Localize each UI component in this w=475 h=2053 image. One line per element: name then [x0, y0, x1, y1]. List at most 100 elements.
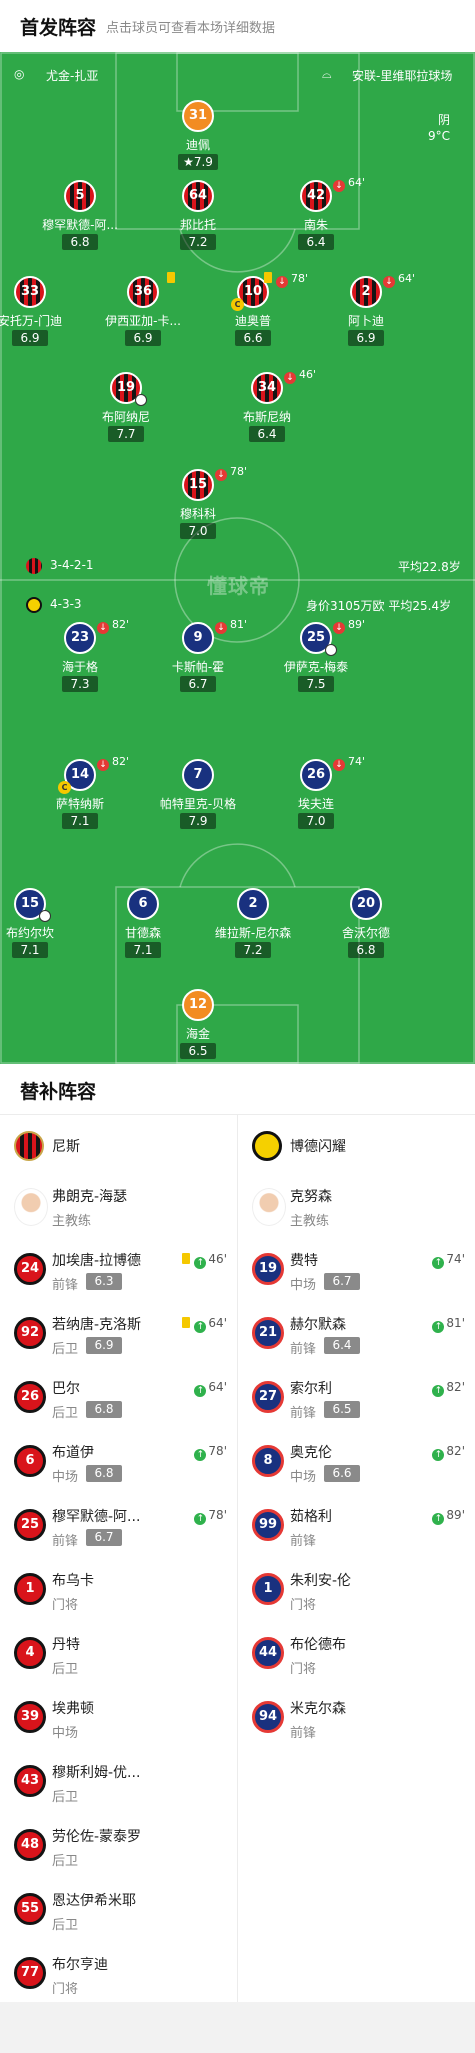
jersey-number: 1	[14, 1573, 46, 1605]
sub-player-row[interactable]: 55 恩达伊希米耶 后卫	[0, 1878, 237, 1942]
sub-minute: 78'	[208, 1508, 227, 1522]
player-9[interactable]: 9 卡斯帕-霍 6.7 ↓ 81'	[143, 618, 253, 702]
player-25[interactable]: 25 伊萨克-梅泰 7.5 ↓ 89'	[261, 618, 371, 702]
coach-avatar	[14, 1188, 48, 1226]
player-12[interactable]: 12 海金 6.5	[143, 989, 253, 1064]
sub-player-row[interactable]: 43 穆斯利姆-优... 后卫	[0, 1750, 237, 1814]
player-position: 后卫	[52, 1918, 79, 1933]
player-name: 米克尔森	[290, 1701, 346, 1717]
player-42[interactable]: 42 南朱 6.4 ↓ 64'	[261, 176, 371, 260]
yellow-card-icon	[264, 272, 272, 283]
sub-player-row[interactable]: 24 加埃唐-拉博德 前锋 6.3 ↑ 46'	[0, 1238, 237, 1302]
sub-player-row[interactable]: 21 赫尔默森 前锋 6.4 ↑ 81'	[238, 1302, 475, 1366]
jersey-number: 21	[252, 1317, 284, 1349]
sub-player-row[interactable]: 19 费特 中场 6.7 ↑ 74'	[238, 1238, 475, 1302]
jersey-number: 26	[14, 1381, 46, 1413]
player-7[interactable]: 7 帕特里克-贝格 7.9	[143, 759, 253, 839]
sub-in-icon: ↑	[432, 1257, 445, 1269]
player-10[interactable]: 10 迪奥普 6.6 ↓ 78' C	[198, 272, 308, 356]
jersey-number: 92	[14, 1317, 46, 1349]
player-position: 中场	[52, 1726, 79, 1741]
player-33[interactable]: 33 安托万-门迪 6.9	[0, 276, 85, 356]
player-name: 巴尔	[52, 1381, 80, 1397]
jersey-number: 27	[252, 1381, 284, 1413]
jersey-number: 5	[64, 180, 96, 212]
player-position: 后卫	[52, 1662, 79, 1677]
sub-minute: 46'	[208, 1252, 227, 1266]
away-coach[interactable]: 克努森 主教练	[238, 1176, 475, 1238]
home-team-header[interactable]: 尼斯	[0, 1114, 237, 1176]
player-position: 门将	[52, 1598, 79, 1613]
player-14[interactable]: 14 萨特纳斯 7.1 ↓ 82' C	[25, 755, 135, 839]
sub-player-row[interactable]: 39 埃弗顿中场	[0, 1686, 237, 1750]
player-2[interactable]: 2 维拉斯-尼尔森 7.2	[198, 888, 308, 968]
sub-player-row[interactable]: 94 米克尔森 前锋	[238, 1686, 475, 1750]
sub-player-row[interactable]: 27 索尔利 前锋 6.5 ↑ 82'	[238, 1366, 475, 1430]
player-5[interactable]: 5 穆罕默德-阿... 6.8	[25, 180, 135, 260]
player-name: 穆罕默德-阿...	[42, 218, 118, 232]
player-position: 中场	[52, 1470, 79, 1485]
sub-player-row[interactable]: 1 朱利安-伦 门将	[238, 1558, 475, 1622]
substitution-out: ↓ 82'	[97, 755, 129, 771]
player-name: 劳伦佐-蒙泰罗	[52, 1829, 142, 1845]
player-19[interactable]: 19 布阿纳尼 7.7	[71, 372, 181, 452]
substitution-out: ↓ 78'	[276, 272, 308, 288]
sub-player-row[interactable]: 48 劳伦佐-蒙泰罗 后卫	[0, 1814, 237, 1878]
sub-minute: 82'	[112, 755, 130, 768]
player-rating: 6.6	[324, 1465, 360, 1482]
jersey-number: 4	[14, 1637, 46, 1669]
sub-minute: 78'	[230, 465, 248, 478]
home-avg-age: 平均22.8岁	[398, 560, 461, 574]
sub-player-row[interactable]: 25 穆罕默德-阿... 前锋 6.7 ↑ 78'	[0, 1494, 237, 1558]
home-team-name: 尼斯	[52, 1139, 80, 1155]
substitution-out: ↓ 64'	[333, 176, 365, 192]
jersey-number: 39	[14, 1701, 46, 1733]
sub-minute: 78'	[208, 1444, 227, 1458]
player-34[interactable]: 34 布斯尼纳 6.4 ↓ 46'	[212, 368, 322, 452]
player-name: 舍沃尔德	[341, 926, 390, 940]
player-15[interactable]: 15 穆科科 7.0 ↓ 78'	[143, 465, 253, 549]
player-rating: 6.5	[180, 1043, 216, 1059]
player-64[interactable]: 64 邦比托 7.2	[143, 180, 253, 260]
substitution-out: ↓ 89'	[333, 618, 365, 634]
sub-player-row[interactable]: 77 布尔亨迪 门将	[0, 1942, 237, 2006]
player-name: 布阿纳尼	[101, 410, 150, 424]
sub-out-icon: ↓	[284, 372, 296, 384]
sub-player-row[interactable]: 26 巴尔 后卫 6.8 ↑ 64'	[0, 1366, 237, 1430]
player-name: 海于格	[61, 660, 98, 674]
away-team-header[interactable]: 博德闪耀	[238, 1114, 475, 1176]
player-2[interactable]: 2 阿卜迪 6.9 ↓ 64'	[311, 272, 421, 356]
sub-minute: 81'	[230, 618, 248, 631]
sub-player-row[interactable]: 44 布伦德布 门将	[238, 1622, 475, 1686]
home-coach[interactable]: 弗朗克-海瑟 主教练	[0, 1176, 237, 1238]
jersey-number: 55	[14, 1893, 46, 1925]
player-rating: 7.7	[108, 426, 144, 442]
sub-player-row[interactable]: 99 茹格利 前锋 ↑ 89'	[238, 1494, 475, 1558]
sub-player-row[interactable]: 92 若纳唐-克洛斯 后卫 6.9 ↑ 64'	[0, 1302, 237, 1366]
player-20[interactable]: 20 舍沃尔德 6.8	[311, 888, 421, 968]
player-position: 前锋	[52, 1534, 79, 1549]
player-rating: 6.3	[86, 1273, 122, 1290]
away-team-name: 博德闪耀	[290, 1139, 346, 1155]
player-23[interactable]: 23 海于格 7.3 ↓ 82'	[25, 618, 135, 702]
player-name: 索尔利	[290, 1381, 332, 1397]
sub-player-row[interactable]: 6 布道伊 中场 6.8 ↑ 78'	[0, 1430, 237, 1494]
jersey-number: 2	[237, 888, 269, 920]
stadium-icon: ⌓	[322, 67, 332, 81]
player-6[interactable]: 6 甘德森 7.1	[88, 888, 198, 968]
player-31[interactable]: 31 迪佩 ★7.9	[143, 100, 253, 180]
coach-name: 弗朗克-海瑟	[52, 1189, 128, 1205]
jersey-number: 42	[300, 180, 332, 212]
player-name: 埃弗顿	[52, 1701, 94, 1717]
jersey-number: 23	[64, 622, 96, 654]
sub-player-row[interactable]: 8 奥克伦 中场 6.6 ↑ 82'	[238, 1430, 475, 1494]
player-15[interactable]: 15 布约尔坎 7.1	[0, 888, 85, 968]
player-rating: 6.6	[235, 330, 271, 346]
player-26[interactable]: 26 埃夫连 7.0 ↓ 74'	[261, 755, 371, 839]
player-name: 穆罕默德-阿...	[52, 1509, 141, 1525]
player-36[interactable]: 36 伊西亚加-卡... 6.9	[88, 272, 198, 356]
sub-out-icon: ↓	[383, 276, 395, 288]
sub-player-row[interactable]: 1 布乌卡 门将	[0, 1558, 237, 1622]
sub-player-row[interactable]: 4 丹特 后卫	[0, 1622, 237, 1686]
player-position: 前锋	[52, 1278, 79, 1293]
